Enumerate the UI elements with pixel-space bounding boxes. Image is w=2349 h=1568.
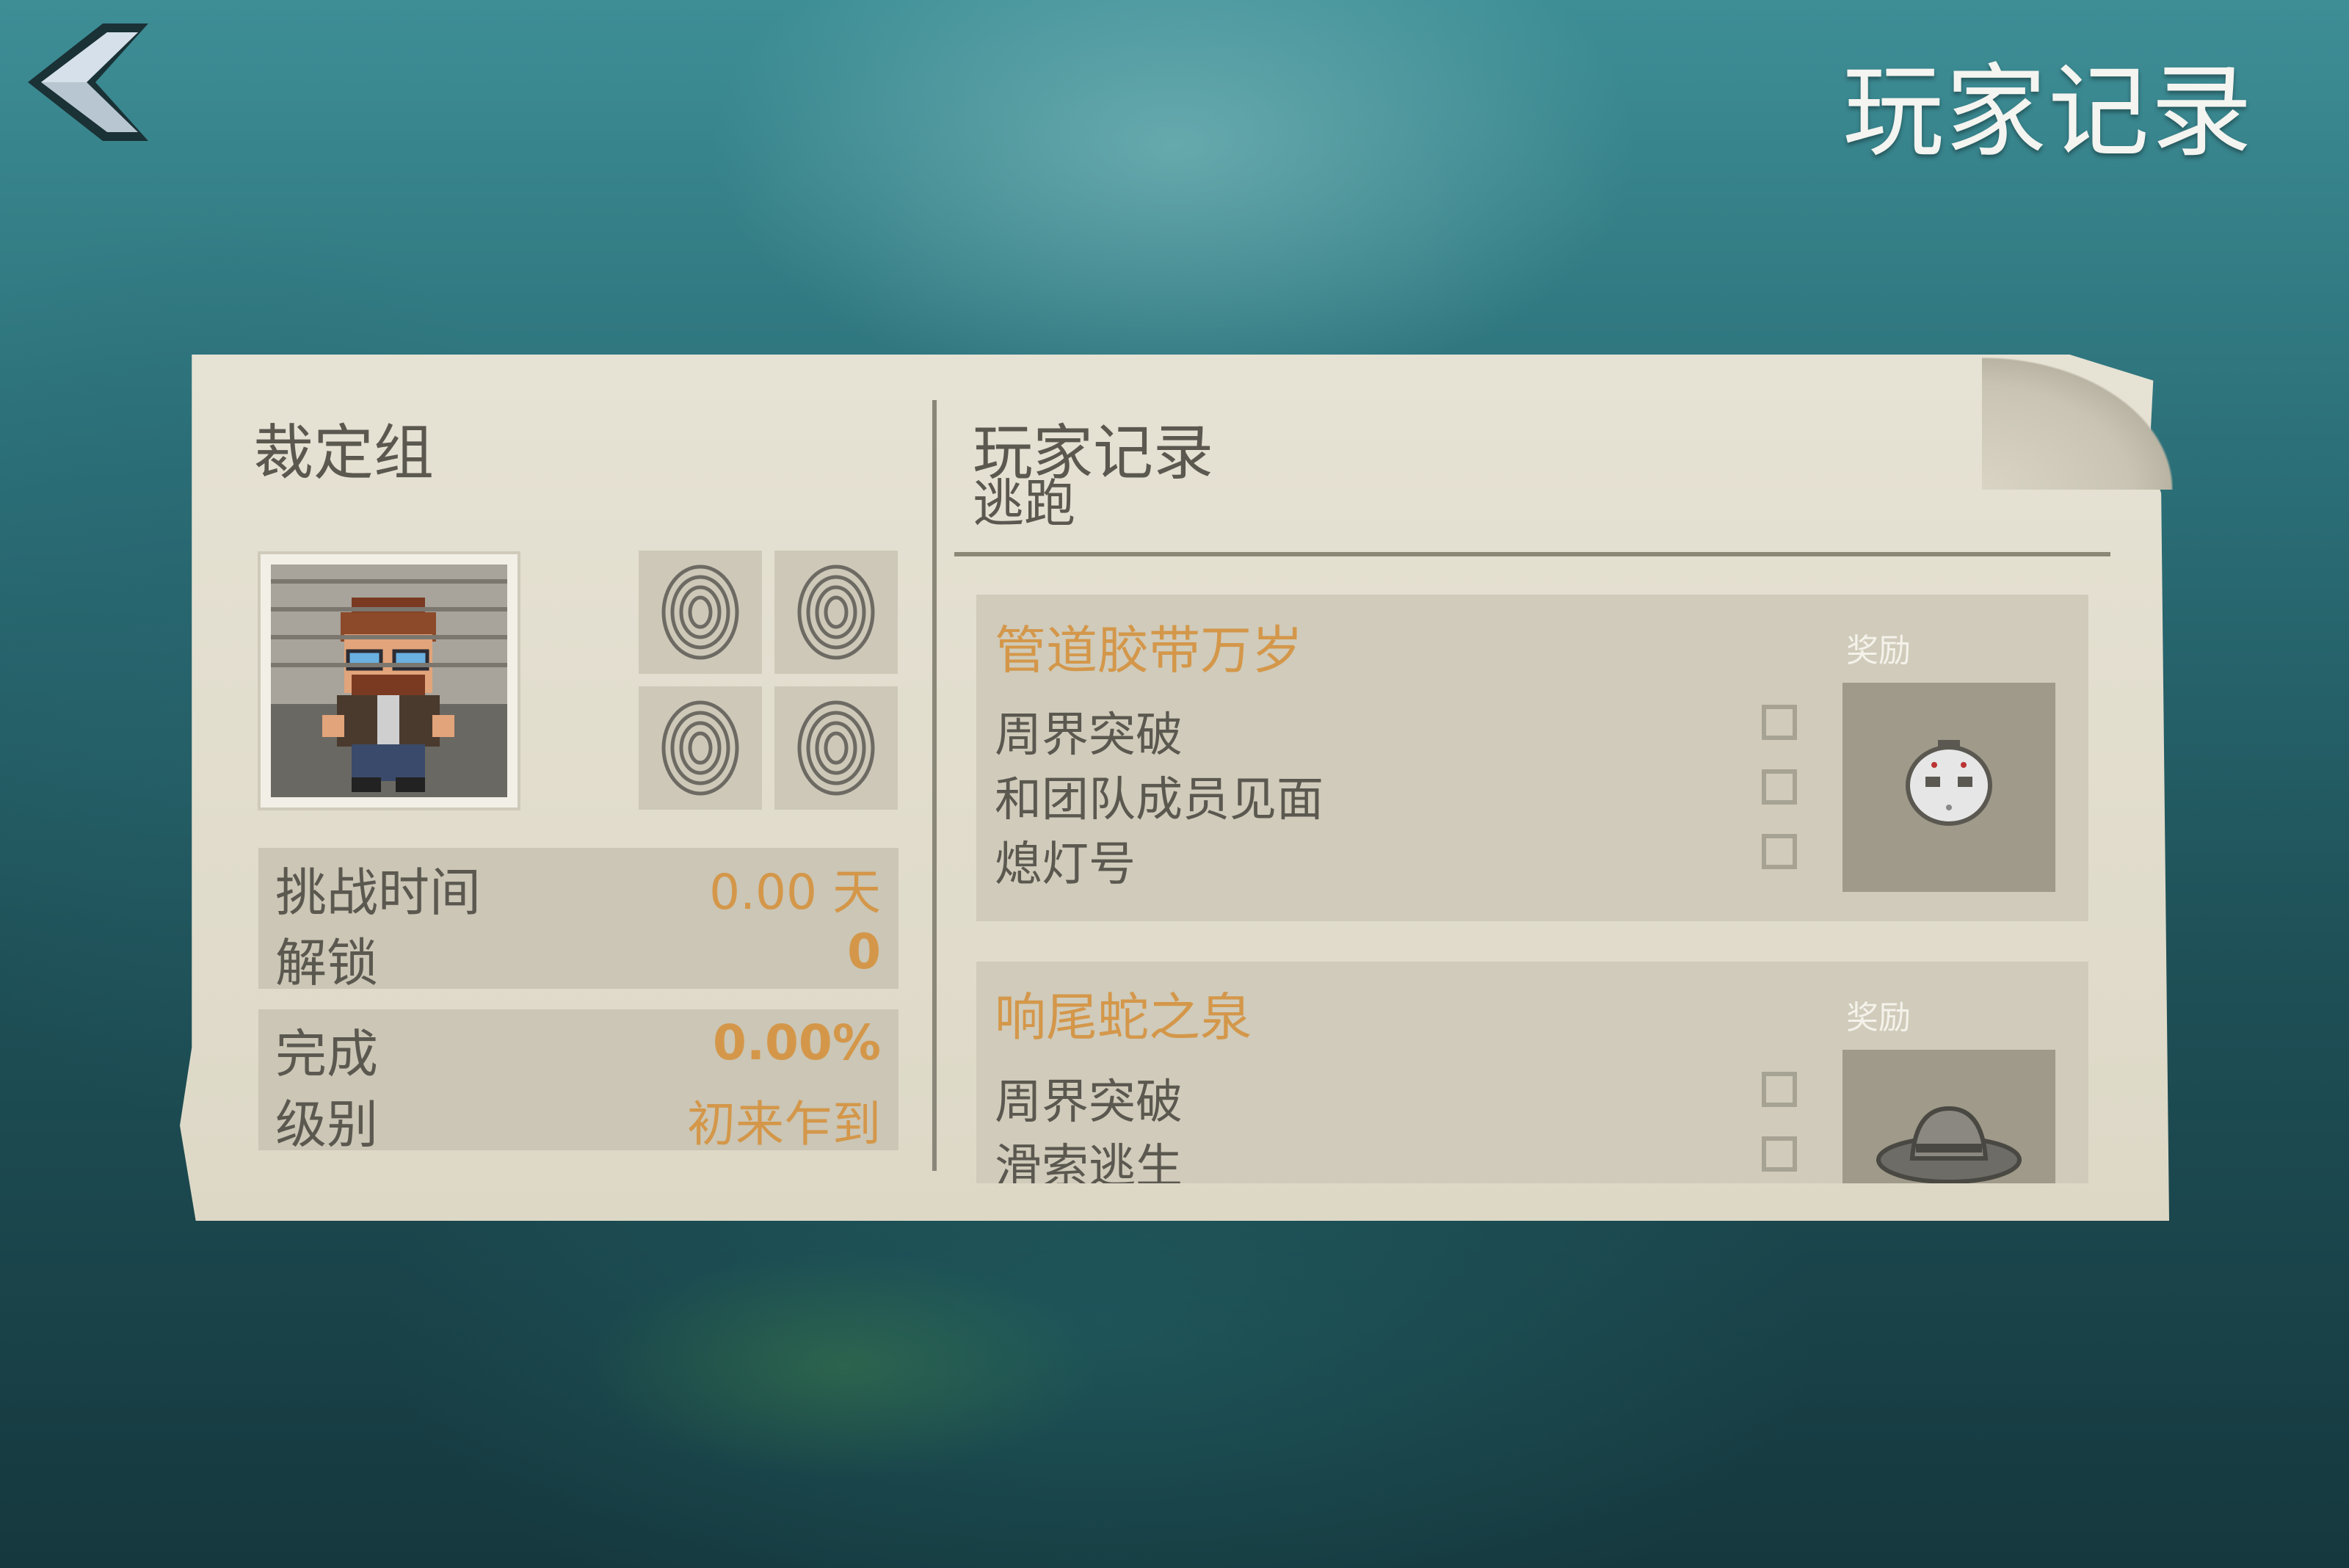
task-checkbox[interactable] (1762, 769, 1797, 805)
challenge-title: 管道胶带万岁 (995, 620, 1303, 680)
reward-label: 奖励 (1846, 632, 1911, 669)
stat-value-level: 初来乍到 (687, 1096, 881, 1153)
panel-divider (932, 400, 937, 1171)
fingerprint-icon (661, 565, 739, 660)
task-label: 周界突破 (995, 708, 1183, 763)
stat-value-complete: 0.00% (713, 1015, 881, 1071)
task-label: 和团队成员见面 (995, 773, 1324, 827)
fingerprint-icon (797, 565, 875, 660)
challenge-card[interactable]: 响尾蛇之泉 奖励 周界突破 滑索逃生 (976, 962, 2088, 1183)
hockey-mask-icon (1906, 740, 1992, 826)
fingerprint-icon (797, 700, 875, 796)
stat-label-complete: 完成 (275, 1024, 378, 1084)
fingerprint-slot (774, 686, 898, 810)
challenge-card[interactable]: 管道胶带万岁 奖励 周界突破 和团队成员见面 熄灯号 (976, 595, 2088, 921)
cowboy-hat-icon (1876, 1106, 2022, 1183)
fingerprint-slot (774, 551, 898, 674)
records-subtitle: 逃跑 (973, 473, 1075, 534)
reward-slot (1842, 1050, 2055, 1183)
task-label: 熄灯号 (995, 838, 1136, 892)
back-button[interactable] (15, 15, 154, 147)
stat-label-level: 级别 (275, 1095, 378, 1155)
reward-slot (1842, 683, 2055, 892)
challenge-title: 响尾蛇之泉 (995, 987, 1252, 1048)
fingerprint-slot (639, 551, 762, 674)
reward-label: 奖励 (1846, 999, 1911, 1037)
stat-label-unlock: 解锁 (275, 933, 378, 993)
challenge-list-viewport[interactable]: 响尾蛇之泉 奖励 周界突破 滑索逃生 (954, 954, 2114, 1183)
prisoner-portrait (261, 554, 518, 807)
screen-title: 玩家记录 (1842, 53, 2254, 171)
fingerprint-icon (661, 700, 739, 796)
stat-value-time: 0.00 天 (709, 864, 881, 921)
prisoner-avatar-icon (322, 598, 454, 792)
task-checkbox[interactable] (1762, 834, 1797, 869)
stat-value-unlock: 0 (847, 923, 881, 980)
profile-title: 裁定组 (253, 418, 435, 488)
task-checkbox[interactable] (1762, 1136, 1797, 1172)
task-label: 周界突破 (995, 1075, 1183, 1130)
stat-label-time: 挑战时间 (275, 863, 481, 923)
chevron-left-icon (28, 23, 148, 141)
header-divider (954, 552, 2110, 556)
fingerprint-slot (639, 686, 762, 810)
task-label: 滑索逃生 (995, 1140, 1183, 1183)
task-checkbox[interactable] (1762, 1072, 1797, 1107)
paper-curl (1982, 357, 2173, 490)
task-checkbox[interactable] (1762, 705, 1797, 740)
